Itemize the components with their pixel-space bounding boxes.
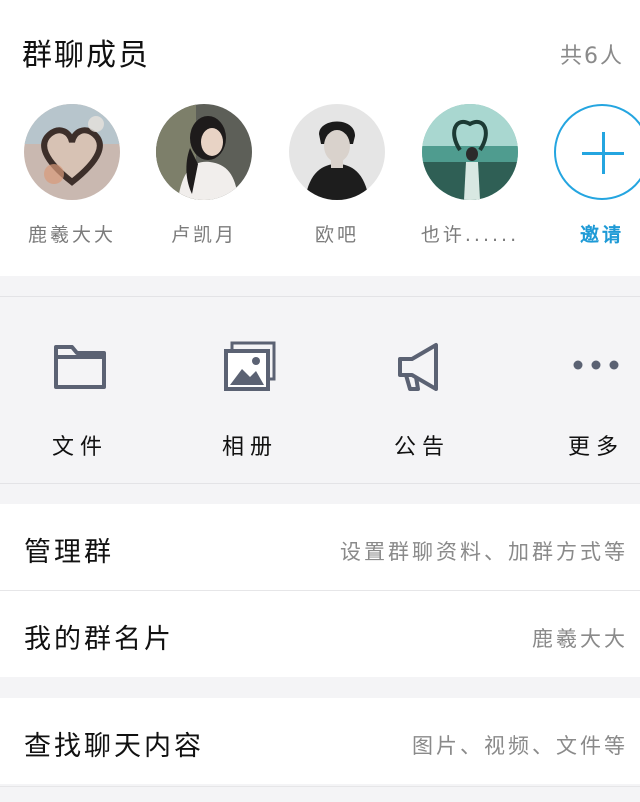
manage-group-label: 管理群 <box>24 537 114 568</box>
tool-files-label: 文件 <box>51 435 108 460</box>
album-icon <box>224 341 276 391</box>
heart-photo-avatar[interactable] <box>24 104 120 200</box>
manage-group-value: 设置群聊资料、加群方式等 <box>340 540 628 564</box>
members-title: 群聊成员 <box>22 38 150 73</box>
member-item[interactable]: 欧吧 <box>289 104 385 246</box>
girl-portrait-avatar[interactable] <box>156 104 252 200</box>
search-chat-row[interactable]: 查找聊天内容 图片、视频、文件等 <box>0 698 640 784</box>
group-card-value: 鹿羲大大 <box>532 627 628 651</box>
member-name: 欧吧 <box>314 224 359 246</box>
group-card-row[interactable]: 我的群名片 鹿羲大大 <box>0 591 640 677</box>
member-item[interactable]: 鹿羲大大 <box>24 104 120 246</box>
folder-icon <box>54 345 106 389</box>
invite-label[interactable]: 邀请 <box>534 220 640 247</box>
members-count[interactable]: 共6人 <box>560 38 624 70</box>
row-divider <box>0 786 640 787</box>
megaphone-icon <box>398 343 438 391</box>
group-members-section: 群聊成员 共6人 鹿羲大大 卢凯月 欧吧 也许...... 邀请 <box>0 0 640 276</box>
tool-more[interactable]: 更多 <box>536 297 640 485</box>
tool-notice-label: 公告 <box>393 435 450 460</box>
search-chat-label: 查找聊天内容 <box>24 731 204 762</box>
search-chat-value: 图片、视频、文件等 <box>412 734 628 758</box>
more-dots-icon <box>573 360 619 370</box>
group-tools-section: 文件 相册 公告 更多 <box>0 296 640 484</box>
member-item[interactable]: 也许...... <box>421 104 518 246</box>
tool-notice[interactable]: 公告 <box>362 297 482 485</box>
plus-icon[interactable] <box>554 104 640 200</box>
tool-files[interactable]: 文件 <box>20 297 140 485</box>
manage-group-row[interactable]: 管理群 设置群聊资料、加群方式等 <box>0 504 640 590</box>
tool-more-label: 更多 <box>567 435 624 460</box>
group-card-label: 我的群名片 <box>24 624 174 655</box>
tool-album-label: 相册 <box>221 435 278 460</box>
boy-portrait-avatar[interactable] <box>289 104 385 200</box>
member-name: 卢凯月 <box>170 224 237 246</box>
member-name: 鹿羲大大 <box>27 224 116 246</box>
member-name: 也许...... <box>420 224 520 246</box>
tool-album[interactable]: 相册 <box>190 297 310 485</box>
seaside-photo-avatar[interactable] <box>422 104 518 200</box>
invite-member-item[interactable]: 邀请 <box>554 104 640 246</box>
member-item[interactable]: 卢凯月 <box>156 104 252 246</box>
